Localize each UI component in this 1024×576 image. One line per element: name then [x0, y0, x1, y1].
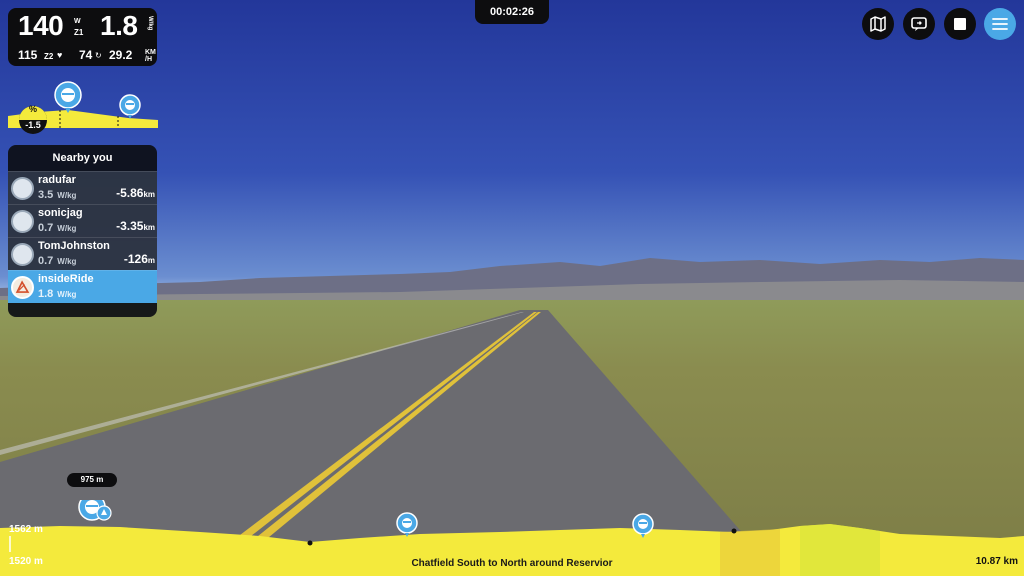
rider-pin-icon — [119, 94, 141, 119]
map-icon — [870, 16, 886, 32]
rider-pin-icon — [54, 81, 82, 113]
wkg-unit: W/kg — [147, 16, 153, 31]
map-button[interactable] — [862, 8, 894, 40]
list-item[interactable]: sonicjag 0.7 W/kg -3.35km — [8, 204, 157, 237]
rider-gap: -3.35km — [116, 219, 155, 233]
menu-icon — [992, 18, 1008, 30]
camera-switch-icon — [911, 17, 927, 31]
power-value: 140 — [18, 10, 64, 41]
cadence-icon: ↻ — [95, 51, 102, 60]
elevation-max: 1562 m — [9, 524, 43, 535]
rider-wkg: 1.8 W/kg — [38, 288, 77, 300]
avatar — [11, 276, 34, 299]
stop-icon — [954, 18, 966, 30]
list-item-self[interactable]: insideRide 1.8 W/kg — [8, 270, 157, 303]
wkg-value: 1.8 — [100, 10, 138, 41]
distance-marker: 975 m — [67, 473, 117, 487]
route-name: Chatfield South to North around Reservio… — [411, 558, 613, 569]
rider-name: insideRide — [38, 273, 94, 285]
rider-pin-icon — [396, 512, 418, 537]
camera-switch-button[interactable] — [903, 8, 935, 40]
cadence-value: 74 — [79, 48, 93, 62]
list-item[interactable]: radufar 3.5 W/kg -5.86km — [8, 171, 157, 204]
rider-name: sonicjag — [38, 207, 83, 219]
rider-name: radufar — [38, 174, 76, 186]
velocity-unit-top: KM — [145, 49, 156, 56]
power-unit: W — [74, 18, 81, 25]
rider-name: TomJohnston — [38, 240, 110, 252]
velocity-value: 29.2 — [109, 48, 133, 62]
avatar — [11, 243, 34, 266]
rider-gap: -5.86km — [116, 186, 155, 200]
rider-gap: -126m — [123, 252, 155, 266]
list-item[interactable]: TomJohnston 0.7 W/kg -126m — [8, 237, 157, 270]
nearby-title: Nearby you — [52, 152, 113, 164]
avatar — [11, 210, 34, 233]
elapsed-timer: 00:02:26 — [475, 0, 549, 24]
power-zone: Z1 — [74, 28, 84, 37]
stats-panel: 140 W Z1 1.8 W/kg 115 Z2 ♥ 74 ↻ 29.2 KM … — [8, 8, 157, 66]
current-position-icon — [78, 500, 112, 521]
rider-wkg: 3.5 W/kg — [38, 189, 77, 201]
elevation-min: 1520 m — [9, 556, 43, 567]
stop-button[interactable] — [944, 8, 976, 40]
rider-wkg: 0.7 W/kg — [38, 222, 77, 234]
grade-label: % — [28, 104, 37, 114]
heart-icon: ♥ — [57, 50, 63, 60]
heart-rate-value: 115 — [18, 48, 38, 62]
heart-zone: Z2 — [44, 52, 54, 61]
nearby-panel: Nearby you radufar 3.5 W/kg -5.86km sonic… — [8, 145, 157, 317]
total-distance: 10.87 km — [975, 556, 1018, 567]
velocity-unit-bottom: /H — [145, 56, 152, 63]
rider-wkg: 0.7 W/kg — [38, 255, 77, 267]
menu-button[interactable] — [984, 8, 1016, 40]
grade-value: -1.5 — [25, 120, 41, 130]
avatar — [11, 177, 34, 200]
